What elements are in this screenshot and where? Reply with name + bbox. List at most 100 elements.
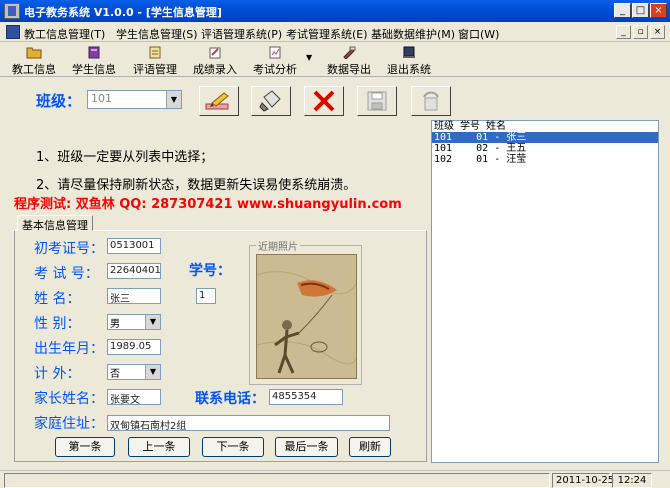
toolbar-label: 评语管理 [133, 63, 177, 76]
list-header: 班级 学号 姓名 [434, 121, 507, 132]
student-no-label: 学号： [189, 263, 231, 279]
toolbar-student-info[interactable]: 学生信息 [68, 45, 120, 76]
student-no-field[interactable]: 1 [196, 288, 216, 304]
toolbar-exam-analysis[interactable]: 考试分析 [248, 45, 302, 76]
toolbar-label: 教工信息 [12, 63, 56, 76]
save-button[interactable] [357, 86, 397, 116]
title-bar: 电子教务系统 V1.0.0 - [学生信息管理] _ □ × [0, 0, 670, 22]
first-record-button[interactable]: 第一条 [55, 437, 115, 457]
tester-credit: 程序测试: 双鱼林 QQ: 287307421 www.shuangyulin.… [14, 197, 402, 212]
photo-legend: 近期照片 [256, 238, 300, 253]
name-field[interactable]: 张三 [107, 288, 161, 304]
menu-student-info[interactable]: 学生信息管理(S) [116, 26, 198, 42]
toolbar-dropdown-arrow[interactable]: ▼ [306, 53, 312, 62]
gender-select[interactable]: 男 ▼ [107, 314, 161, 330]
menu-window[interactable]: 窗口(W) [458, 26, 499, 42]
mdi-restore-button[interactable]: ▫ [633, 25, 648, 39]
name-label: 姓 名： [34, 291, 81, 307]
birth-label: 出生年月： [34, 341, 104, 357]
phone-field[interactable]: 4855354 [269, 389, 343, 405]
minimize-button[interactable]: _ [614, 3, 631, 18]
toolbar-comment-manage[interactable]: 评语管理 [128, 45, 182, 76]
class-select-value: 101 [91, 92, 112, 105]
export-icon [343, 46, 356, 59]
tab-basic-info[interactable]: 基本信息管理 [17, 215, 93, 232]
list-item[interactable]: 101 02 - 王五 [432, 143, 658, 154]
undo-icon [423, 91, 439, 111]
class-label: 班级： [36, 92, 82, 110]
status-panel [4, 473, 550, 488]
student-photo[interactable] [256, 254, 357, 379]
toolbar-label: 考试分析 [253, 63, 297, 76]
status-date: 2011-10-25 [552, 473, 614, 488]
toolbar-grade-entry[interactable]: 成绩录入 [188, 45, 242, 76]
grade-entry-icon [209, 47, 221, 59]
toolbar-teacher-info[interactable]: 教工信息 [8, 45, 60, 76]
class-select[interactable]: 101 ▼ [87, 90, 182, 109]
mdi-child-icon[interactable] [6, 25, 20, 39]
notepad-icon [149, 46, 161, 59]
note-select-class: 1、班级一定要从列表中选择； [36, 150, 214, 165]
toolbar-label: 成绩录入 [193, 63, 237, 76]
toolbar-exit-system[interactable]: 退出系统 [382, 45, 436, 76]
exam-id-label: 初考证号： [34, 241, 104, 257]
gender-label: 性 别： [34, 316, 81, 332]
chevron-down-icon[interactable]: ▼ [166, 91, 181, 108]
toolbar-label: 学生信息 [72, 63, 116, 76]
folder-icon [26, 47, 42, 59]
test-no-label: 考 试 号： [34, 266, 99, 282]
close-button[interactable]: × [650, 3, 667, 18]
edit-button[interactable] [199, 86, 239, 116]
mdi-minimize-button[interactable]: _ [616, 25, 631, 39]
toolbar-data-export[interactable]: 数据导出 [322, 45, 376, 76]
delete-button[interactable] [304, 86, 344, 116]
mdi-close-button[interactable]: × [650, 25, 665, 39]
exam-analysis-icon [269, 46, 281, 59]
test-no-field[interactable]: 22640401 [107, 263, 161, 279]
delete-x-icon [313, 90, 335, 112]
exam-id-field[interactable]: 0513001 [107, 238, 161, 254]
menu-base-data[interactable]: 基础数据维护(M) [371, 26, 455, 42]
list-item[interactable]: 102 01 - 汪莹 [432, 154, 658, 165]
parent-label: 家长姓名： [34, 391, 104, 407]
save-disk-icon [367, 91, 387, 111]
parent-field[interactable]: 张要文 [107, 389, 161, 405]
app-icon[interactable] [4, 3, 20, 19]
menu-comment-system[interactable]: 评语管理系统(P) [201, 26, 282, 42]
status-time: 12:24 [612, 473, 652, 488]
exit-icon [403, 46, 415, 58]
list-rows: 101 01 - 张三 101 02 - 王五 102 01 - 汪莹 [432, 132, 658, 165]
photo-image [257, 255, 356, 378]
chevron-down-icon[interactable]: ▼ [145, 365, 160, 379]
window-title: 电子教务系统 V1.0.0 - [学生信息管理] [24, 6, 222, 19]
prev-record-button[interactable]: 上一条 [128, 437, 190, 457]
menu-bar: 教工信息管理(T) 学生信息管理(S) 评语管理系统(P) 考试管理系统(E) … [0, 22, 670, 42]
note-refresh: 2、请尽量保持刷新状态，数据更新失误易使系统崩溃。 [36, 178, 357, 193]
maximize-button[interactable]: □ [632, 3, 649, 18]
undo-button[interactable] [411, 86, 451, 116]
paint-bucket-icon [259, 90, 281, 112]
birth-field[interactable]: 1989.05 [107, 339, 161, 355]
phone-label: 联系电话： [195, 391, 265, 407]
outside-select[interactable]: 否 ▼ [107, 364, 161, 380]
address-field[interactable]: 双甸镇石南村2组 [107, 415, 390, 431]
status-bar: 2011-10-25 12:24 [0, 470, 670, 488]
book-icon [88, 46, 100, 59]
toolbar: 教工信息 学生信息 评语管理 成绩录入 考试分析 ▼ 数据导出 退出系统 [0, 43, 670, 77]
menu-teacher-info[interactable]: 教工信息管理(T) [24, 26, 105, 42]
outside-label: 计 外： [34, 366, 81, 382]
last-record-button[interactable]: 最后一条 [275, 437, 338, 457]
student-list[interactable]: 班级 学号 姓名 101 01 - 张三 101 02 - 王五 102 01 - … [431, 120, 659, 463]
list-item[interactable]: 101 01 - 张三 [432, 132, 658, 143]
refresh-button[interactable]: 刷新 [349, 437, 391, 457]
menu-exam-system[interactable]: 考试管理系统(E) [286, 26, 368, 42]
chevron-down-icon[interactable]: ▼ [145, 315, 160, 329]
next-record-button[interactable]: 下一条 [202, 437, 264, 457]
gender-value: 男 [110, 319, 120, 330]
edit-pencil-icon [205, 92, 229, 110]
address-label: 家庭住址： [34, 416, 104, 432]
toolbar-label: 退出系统 [387, 63, 431, 76]
outside-value: 否 [110, 369, 120, 380]
toolbar-label: 数据导出 [327, 63, 371, 76]
fill-button[interactable] [251, 86, 291, 116]
